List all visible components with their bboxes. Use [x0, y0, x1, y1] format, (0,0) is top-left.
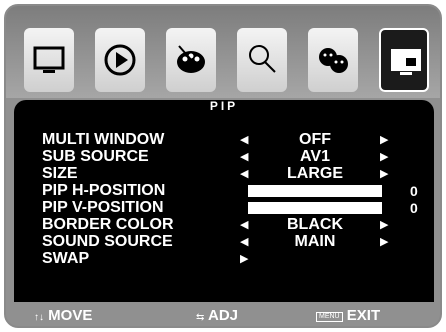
multi-window-right-arrow[interactable]: ▶: [380, 132, 388, 148]
menu-key-icon: MENU: [316, 312, 343, 322]
osd-footer: ↑↓ MOVE ⇆ ADJ MENU EXIT: [6, 302, 440, 328]
border-color-right-arrow[interactable]: ▶: [380, 217, 388, 233]
multi-window-value: OFF: [299, 131, 331, 148]
size-value: LARGE: [287, 165, 343, 182]
pip-monitor-icon: [391, 49, 421, 75]
magnifier-icon: [249, 45, 276, 73]
play-icon: [104, 44, 136, 76]
size-left-arrow[interactable]: ◀: [240, 166, 248, 182]
sound-source-value: MAIN: [294, 233, 336, 250]
sound-source-label[interactable]: SOUND SOURCE: [42, 234, 173, 250]
size-label[interactable]: SIZE: [42, 166, 78, 182]
osd-frame: PIP MULTI WINDOW ◀ OFF ▶ SUB SOURCE ◀ AV…: [4, 4, 442, 328]
exit-label: EXIT: [346, 307, 381, 324]
sound-source-right-arrow[interactable]: ▶: [380, 234, 388, 250]
sub-source-right-arrow[interactable]: ▶: [380, 149, 388, 165]
faces-icon: [319, 48, 348, 73]
exit-hint[interactable]: MENU EXIT: [316, 307, 380, 324]
pip-v-position-value: 0: [410, 200, 418, 216]
up-down-arrows-icon: ↑↓: [34, 312, 44, 323]
pip-h-position-bar[interactable]: [248, 185, 382, 197]
tab-faces[interactable]: [308, 28, 358, 92]
pip-menu-panel: PIP MULTI WINDOW ◀ OFF ▶ SUB SOURCE ◀ AV…: [14, 99, 434, 302]
border-color-left-arrow[interactable]: ◀: [240, 217, 248, 233]
tab-zoom[interactable]: [237, 28, 287, 92]
tab-media[interactable]: [95, 28, 145, 92]
category-tab-bar: [6, 6, 440, 98]
sub-source-value: AV1: [300, 148, 330, 165]
border-color-value: BLACK: [287, 216, 343, 233]
left-right-arrows-icon: ⇆: [196, 312, 205, 323]
pip-h-position-value: 0: [410, 183, 418, 199]
move-hint: ↑↓ MOVE: [34, 307, 92, 324]
pip-h-position-label[interactable]: PIP H-POSITION: [42, 183, 165, 199]
tab-picture[interactable]: [24, 28, 74, 92]
menu-title: PIP: [209, 99, 239, 113]
adjust-hint: ⇆ ADJ: [196, 307, 238, 324]
adjust-label: ADJ: [208, 307, 239, 324]
border-color-label[interactable]: BORDER COLOR: [42, 217, 174, 233]
swap-label[interactable]: SWAP: [42, 251, 89, 267]
size-right-arrow[interactable]: ▶: [380, 166, 388, 182]
pip-v-position-bar[interactable]: [248, 202, 382, 214]
multi-window-left-arrow[interactable]: ◀: [240, 132, 248, 148]
move-label: MOVE: [48, 307, 93, 324]
tab-pip[interactable]: [379, 28, 429, 92]
sound-source-left-arrow[interactable]: ◀: [240, 234, 248, 250]
sub-source-left-arrow[interactable]: ◀: [240, 149, 248, 165]
tab-color[interactable]: [166, 28, 216, 92]
swap-right-arrow[interactable]: ▶: [240, 251, 248, 267]
sub-source-label[interactable]: SUB SOURCE: [42, 149, 149, 165]
osd-menu: PIP MULTI WINDOW ◀ OFF ▶ SUB SOURCE ◀ AV…: [0, 0, 446, 332]
palette-icon: [177, 45, 205, 73]
multi-window-label[interactable]: MULTI WINDOW: [42, 132, 164, 148]
monitor-icon: [33, 46, 65, 73]
pip-v-position-label[interactable]: PIP V-POSITION: [42, 200, 164, 216]
